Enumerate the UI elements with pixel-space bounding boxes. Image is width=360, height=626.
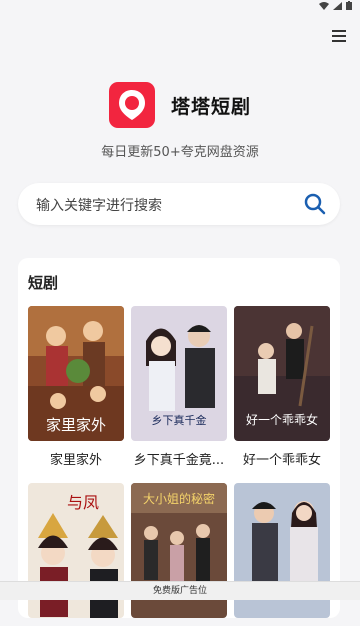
poster-overlay-text: 家里家外 bbox=[46, 416, 106, 434]
signal-icon bbox=[333, 1, 342, 10]
section-title: 短剧 bbox=[28, 274, 59, 292]
poster-item[interactable] bbox=[234, 483, 330, 626]
poster-overlay-text: 与凤 bbox=[67, 493, 99, 512]
poster-caption[interactable]: 乡下真千金竟... bbox=[131, 449, 227, 468]
poster-item[interactable]: 大小姐的秘密 bbox=[131, 483, 227, 626]
poster-item[interactable]: 家里家外 家里家外 bbox=[28, 306, 124, 468]
poster-overlay-text: 大小姐的秘密 bbox=[143, 491, 215, 506]
app-logo-icon bbox=[108, 82, 155, 128]
app-header: 塔塔短剧 bbox=[0, 82, 360, 128]
wifi-icon bbox=[319, 1, 329, 10]
status-bar bbox=[0, 0, 360, 14]
poster-image[interactable]: 好一个乖乖女 bbox=[234, 306, 330, 441]
poster-overlay-text: 好一个乖乖女 bbox=[246, 412, 318, 427]
poster-item[interactable]: 乡下真千金 乡下真千金竟... bbox=[131, 306, 227, 468]
search-icon[interactable] bbox=[304, 193, 326, 215]
poster-caption[interactable]: 好一个乖乖女 bbox=[234, 449, 330, 468]
app-name: 塔塔短剧 bbox=[170, 95, 251, 118]
tagline: 每日更新50+夸克网盘资源 bbox=[101, 145, 259, 160]
poster-item[interactable]: 与凤 bbox=[28, 483, 124, 626]
search-bar[interactable]: 输入关键字进行搜索 bbox=[18, 183, 340, 225]
poster-image[interactable]: 乡下真千金 bbox=[131, 306, 227, 441]
drama-section: 短剧 家里家外 家里家外 乡下真千金 乡下真千金竟... 好一个乖乖女 好一个乖… bbox=[18, 258, 340, 618]
battery-icon bbox=[346, 1, 352, 10]
poster-caption[interactable]: 家里家外 bbox=[28, 449, 124, 468]
poster-overlay-text: 乡下真千金 bbox=[152, 413, 207, 427]
poster-image[interactable]: 家里家外 bbox=[28, 306, 124, 441]
ad-banner[interactable]: 免费版广告位 bbox=[0, 581, 360, 600]
menu-icon[interactable] bbox=[332, 30, 346, 42]
poster-item[interactable]: 好一个乖乖女 好一个乖乖女 bbox=[234, 306, 330, 468]
search-input[interactable]: 输入关键字进行搜索 bbox=[36, 195, 162, 215]
